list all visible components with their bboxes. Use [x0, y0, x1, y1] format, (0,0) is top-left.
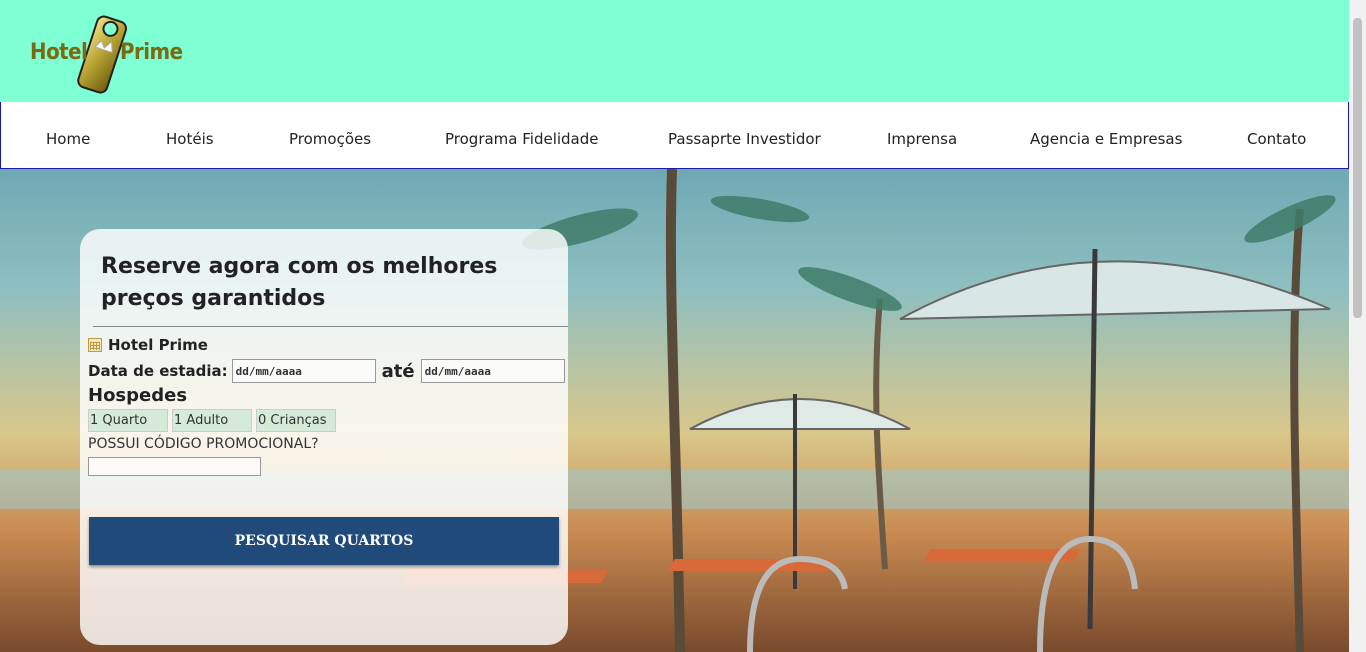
booking-panel: Reserve agora com os melhores preços gar… [80, 229, 568, 645]
logo-word-prime: Prime [120, 40, 183, 65]
adults-select[interactable]: 1 Adulto [172, 409, 252, 432]
divider [93, 326, 568, 327]
booking-title: Reserve agora com os melhores preços gar… [101, 254, 498, 311]
nav-passaporte-investidor[interactable]: Passaprte Investidor [668, 130, 821, 148]
promo-code-label: POSSUI CÓDIGO PROMOCIONAL? [88, 436, 319, 452]
nav-contato[interactable]: Contato [1247, 130, 1306, 148]
hotel-selector[interactable]: Hotel Prime [88, 336, 208, 354]
guests-heading: Hospedes [88, 385, 188, 406]
calendar-icon [88, 338, 102, 352]
promo-code-input[interactable] [88, 457, 261, 476]
scrollbar-thumb[interactable] [1353, 18, 1362, 318]
nav-home[interactable]: Home [46, 130, 90, 148]
hotel-name: Hotel Prime [108, 336, 208, 354]
nav-programa-fidelidade[interactable]: Programa Fidelidade [445, 130, 599, 148]
children-select[interactable]: 0 Crianças [256, 409, 336, 432]
nav-hoteis[interactable]: Hotéis [166, 130, 214, 148]
page-scrollbar[interactable] [1349, 0, 1366, 652]
search-rooms-button[interactable]: PESQUISAR QUARTOS [89, 517, 559, 565]
checkout-date-input[interactable]: dd/mm/aaaa [420, 359, 565, 383]
hotel-prime-logo[interactable]: Hotel Prime [28, 8, 183, 96]
nav-imprensa[interactable]: Imprensa [887, 130, 957, 148]
stay-dates: Data de estadia: dd/mm/aaaa até dd/mm/aa… [88, 359, 565, 383]
main-nav: Home Hotéis Promoções Programa Fidelidad… [0, 102, 1349, 169]
rooms-select[interactable]: 1 Quarto [88, 409, 168, 432]
site-header: Hotel Prime [0, 0, 1349, 102]
guest-selectors: 1 Quarto 1 Adulto 0 Crianças [88, 409, 336, 432]
nav-agencia-empresas[interactable]: Agencia e Empresas [1030, 130, 1182, 148]
until-label: até [381, 360, 415, 382]
nav-promocoes[interactable]: Promoções [289, 130, 371, 148]
checkin-date-input[interactable]: dd/mm/aaaa [231, 359, 376, 383]
date-label: Data de estadia: [88, 362, 228, 380]
logo-word-hotel: Hotel [30, 40, 88, 65]
